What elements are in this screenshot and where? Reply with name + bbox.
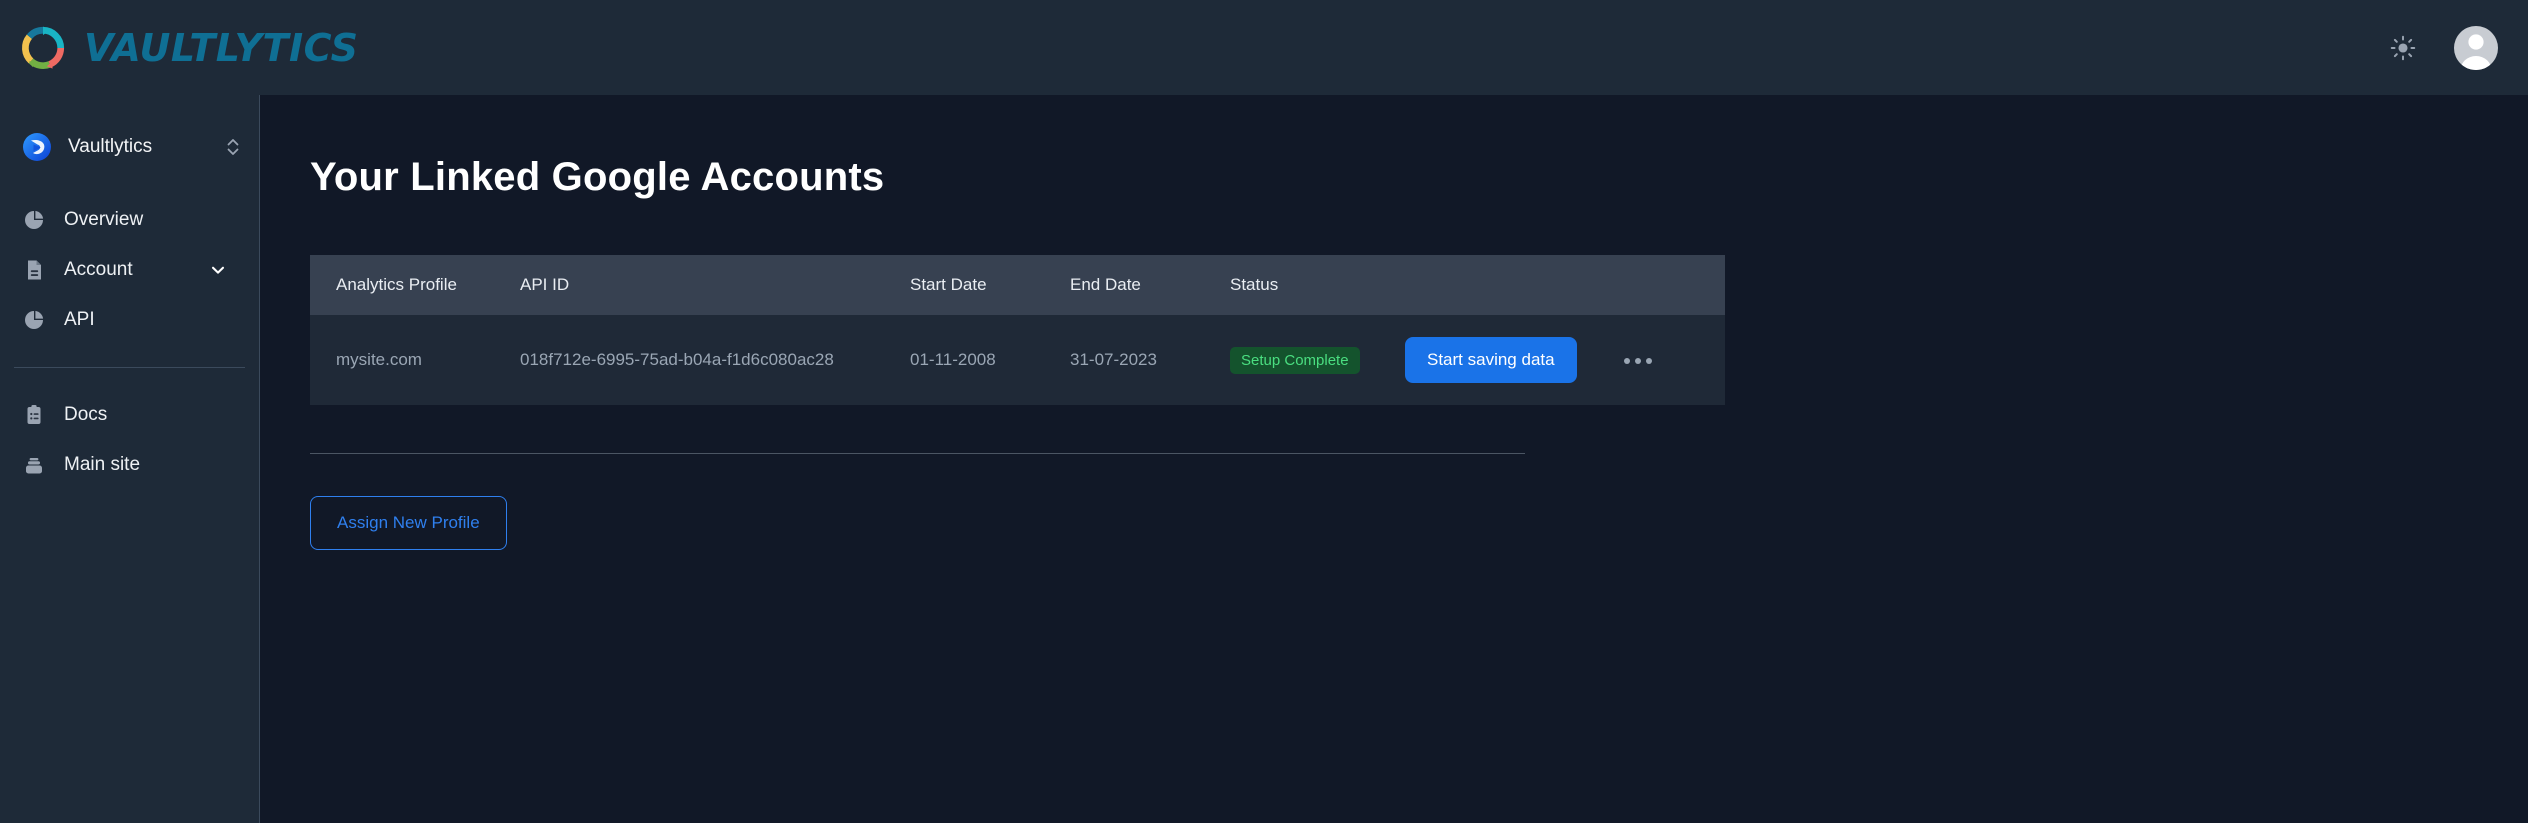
dot: [1635, 357, 1641, 364]
column-header-end-date: End Date: [1070, 275, 1141, 294]
start-saving-data-button[interactable]: Start saving data: [1405, 337, 1577, 383]
workspace-label: Vaultlytics: [68, 136, 153, 157]
brand[interactable]: VAULTLYTICS: [20, 25, 359, 71]
sidebar-item-label: Docs: [64, 404, 108, 425]
sidebar-item-main-site[interactable]: Main site: [22, 440, 245, 490]
sidebar-item-label: Account: [64, 259, 133, 280]
sun-icon: [2390, 35, 2416, 60]
chevron-up-down-icon: [227, 139, 239, 155]
column-header-analytics-profile: Analytics Profile: [336, 275, 457, 294]
linked-accounts-table-wrap: Analytics Profile API ID Start Date End …: [310, 255, 1725, 405]
sidebar-item-api[interactable]: API: [22, 295, 245, 345]
dot: [1646, 357, 1652, 364]
sidebar: Vaultlytics Overview Account API Docs Ma…: [0, 95, 260, 823]
cell-end-date: 31-07-2023: [1070, 350, 1157, 369]
top-bar: VAULTLYTICS: [0, 0, 2528, 95]
sidebar-item-label: Overview: [64, 209, 144, 230]
column-header-api-id: API ID: [520, 275, 570, 294]
sidebar-item-overview[interactable]: Overview: [22, 195, 245, 245]
cell-more: [1620, 315, 1725, 405]
section-divider: [310, 453, 1525, 454]
column-header-start-date: Start Date: [910, 275, 987, 294]
app-root: VAULTLYTICS Vaultlytics Overview Account…: [0, 0, 2528, 823]
main-content: Your Linked Google Accounts Analytics Pr…: [260, 95, 2528, 823]
linked-accounts-table: Analytics Profile API ID Start Date End …: [310, 255, 1725, 405]
sidebar-nav: Overview Account API Docs Main site: [0, 195, 259, 490]
column-header-action: [1405, 255, 1620, 315]
dot: [1624, 357, 1630, 364]
cell-start-date: 01-11-2008: [910, 350, 996, 369]
sidebar-item-account[interactable]: Account: [22, 245, 245, 295]
top-bar-actions: [2390, 25, 2498, 70]
sidebar-item-label: Main site: [64, 454, 141, 475]
theme-toggle-button[interactable]: [2390, 35, 2416, 61]
sidebar-divider: [14, 367, 245, 368]
cell-status: Setup Complete: [1230, 315, 1405, 405]
document-icon: [28, 260, 41, 280]
clipboard-list-icon: [27, 405, 41, 424]
status-badge: Setup Complete: [1230, 346, 1360, 374]
table-body: mysite.com 018f712e-6995-75ad-b04a-f1d6c…: [310, 315, 1725, 405]
body: Vaultlytics Overview Account API Docs Ma…: [0, 95, 2528, 823]
pie-chart-icon: [25, 210, 44, 229]
column-header-more: [1620, 255, 1725, 315]
cell-action: Start saving data: [1405, 315, 1620, 405]
sidebar-item-label: API: [64, 309, 95, 330]
table-row: mysite.com 018f712e-6995-75ad-b04a-f1d6c…: [310, 315, 1725, 405]
workspace-switcher[interactable]: Vaultlytics: [22, 121, 241, 173]
table-head: Analytics Profile API ID Start Date End …: [310, 255, 1725, 315]
layers-icon: [26, 458, 42, 474]
assign-new-profile-button[interactable]: Assign New Profile: [310, 496, 507, 550]
more-options-icon[interactable]: [1620, 350, 1656, 372]
cell-api-id: 018f712e-6995-75ad-b04a-f1d6c080ac28: [520, 350, 834, 369]
sidebar-item-docs[interactable]: Docs: [22, 390, 245, 440]
cell-analytics-profile: mysite.com: [336, 350, 422, 369]
workspace-icon: [23, 133, 51, 161]
vaultlytics-logo-icon: [22, 25, 65, 69]
pie-chart-icon: [25, 310, 44, 329]
column-header-status: Status: [1230, 275, 1279, 294]
brand-name: VAULTLYTICS: [84, 25, 359, 70]
table-header-row: Analytics Profile API ID Start Date End …: [310, 255, 1725, 315]
avatar[interactable]: [2454, 25, 2498, 70]
page-title: Your Linked Google Accounts: [310, 155, 885, 199]
chevron-down-icon[interactable]: [209, 261, 227, 279]
user-icon: [2460, 33, 2492, 70]
